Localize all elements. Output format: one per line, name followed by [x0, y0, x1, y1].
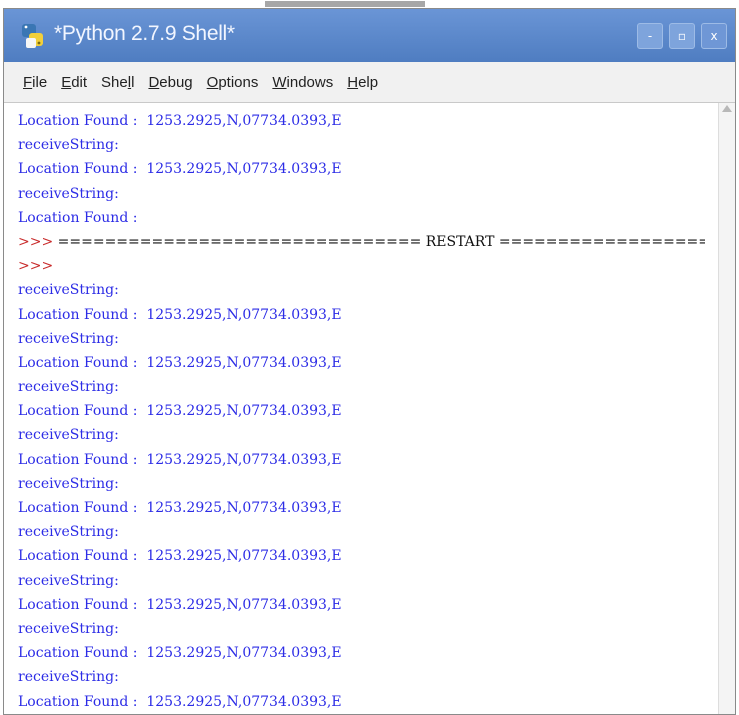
shell-line: receiveString: [18, 569, 705, 593]
menu-mnemonic: D [148, 73, 160, 91]
shell-line: Location Found : 1253.2925,N,07734.0393,… [18, 351, 705, 375]
menu-mnemonic: W [272, 73, 287, 91]
shell-line: receiveString: [18, 617, 705, 641]
output-text: Location Found : 1253.2925,N,07734.0393,… [18, 645, 342, 662]
python-shell-window: *Python 2.7.9 Shell* - ▫ x File Edit Shell… [3, 8, 736, 715]
menu-label-part: indows [286, 73, 334, 91]
output-text: Location Found : 1253.2925,N,07734.0393,… [18, 354, 342, 371]
output-text: Location Found : 1253.2925,N,07734.0393,… [18, 548, 342, 565]
output-text: Location Found : 1253.2925,N,07734.0393,… [18, 596, 342, 613]
output-text: receiveString: [18, 669, 119, 686]
shell-line: receiveString: [18, 133, 705, 157]
output-text: Location Found : 1253.2925,N,07734.0393,… [18, 306, 342, 323]
close-button[interactable]: x [701, 23, 727, 49]
shell-line: receiveString: [18, 327, 705, 351]
menu-label-part: dit [71, 73, 88, 91]
shell-output[interactable]: Location Found : 1253.2925,N,07734.0393,… [18, 109, 705, 714]
menu-help[interactable]: Help [340, 74, 385, 91]
shell-line: >>> [18, 254, 705, 278]
shell-line: Location Found : 1253.2925,N,07734.0393,… [18, 593, 705, 617]
title-bar[interactable]: *Python 2.7.9 Shell* - ▫ x [4, 9, 735, 62]
restart-banner: =============================== RESTART … [57, 233, 705, 250]
menu-shell[interactable]: Shell [94, 74, 141, 91]
shell-line: receiveString: [18, 375, 705, 399]
menu-bar: File Edit Shell Debug Options Windows Help [4, 62, 735, 103]
shell-line: Location Found : 1253.2925,N,07734.0393,… [18, 496, 705, 520]
shell-line: Location Found : 1253.2925,N,07734.0393,… [18, 157, 705, 181]
maximize-icon: ▫ [677, 29, 687, 43]
shell-line: receiveString: [18, 520, 705, 544]
python-icon [22, 24, 43, 48]
scroll-up-icon[interactable] [722, 105, 732, 112]
menu-file[interactable]: File [16, 74, 54, 91]
output-text: receiveString: [18, 137, 119, 154]
output-text: receiveString: [18, 620, 119, 637]
shell-line: Location Found : 1253.2925,N,07734.0393,… [18, 109, 705, 133]
shell-line: Location Found : 1253.2925,N,07734.0393,… [18, 399, 705, 423]
menu-windows[interactable]: Windows [265, 74, 340, 91]
close-icon: x [710, 29, 718, 43]
top-edge-shadow [265, 1, 425, 7]
shell-line: receiveString: [18, 182, 705, 206]
output-text: Location Found : [18, 209, 138, 226]
menu-mnemonic: E [61, 73, 72, 91]
output-text: receiveString: [18, 475, 119, 492]
output-text: receiveString: [18, 572, 119, 589]
shell-line: Location Found : 1253.2925,N,07734.0393,… [18, 544, 705, 568]
prompt-marker: >>> [18, 233, 58, 250]
menu-mnemonic: F [23, 73, 33, 91]
shell-area[interactable]: Location Found : 1253.2925,N,07734.0393,… [4, 103, 735, 714]
shell-line: Location Found : 1253.2925,N,07734.0393,… [18, 641, 705, 665]
output-text: Location Found : 1253.2925,N,07734.0393,… [18, 403, 342, 420]
output-text: Location Found : 1253.2925,N,07734.0393,… [18, 451, 342, 468]
output-text: receiveString: [18, 379, 119, 396]
shell-line: receiveString: [18, 278, 705, 302]
menu-label-part: She [101, 73, 128, 91]
shell-line: Location Found : 1253.2925,N,07734.0393,… [18, 448, 705, 472]
output-text: receiveString: [18, 282, 119, 299]
shell-line: Location Found : 1253.2925,N,07734.0393,… [18, 690, 705, 714]
prompt-marker: >>> [18, 258, 54, 275]
menu-label-part: elp [358, 73, 379, 91]
menu-label-part: l [131, 73, 135, 91]
output-text: Location Found : 1253.2925,N,07734.0393,… [18, 113, 342, 129]
shell-line: receiveString: [18, 423, 705, 447]
output-text: Location Found : 1253.2925,N,07734.0393,… [18, 161, 342, 178]
menu-label-part: ile [32, 73, 48, 91]
menu-label-part: ebug [159, 73, 193, 91]
output-text: receiveString: [18, 185, 119, 202]
maximize-button[interactable]: ▫ [669, 23, 695, 49]
shell-line: receiveString: [18, 665, 705, 689]
menu-mnemonic: O [206, 73, 219, 91]
output-text: receiveString: [18, 330, 119, 347]
shell-line: receiveString: [18, 472, 705, 496]
window-title: *Python 2.7.9 Shell* [54, 22, 235, 45]
menu-mnemonic: H [347, 73, 359, 91]
output-text: receiveString: [18, 427, 119, 444]
shell-line: >>> =============================== REST… [18, 230, 705, 254]
minimize-icon: - [647, 29, 653, 43]
menu-edit[interactable]: Edit [54, 74, 94, 91]
menu-label-part: ptions [218, 73, 259, 91]
output-text: Location Found : 1253.2925,N,07734.0393,… [18, 693, 342, 710]
vertical-scrollbar[interactable] [718, 103, 735, 714]
output-text: Location Found : 1253.2925,N,07734.0393,… [18, 500, 342, 516]
menu-options[interactable]: Options [200, 74, 266, 91]
shell-line: Location Found : 1253.2925,N,07734.0393,… [18, 303, 705, 327]
screen-top-edge [0, 0, 739, 8]
output-text: receiveString: [18, 524, 119, 541]
minimize-button[interactable]: - [637, 23, 663, 49]
menu-debug[interactable]: Debug [141, 74, 199, 91]
window-controls: - ▫ x [637, 23, 727, 49]
shell-line: Location Found : [18, 206, 705, 230]
